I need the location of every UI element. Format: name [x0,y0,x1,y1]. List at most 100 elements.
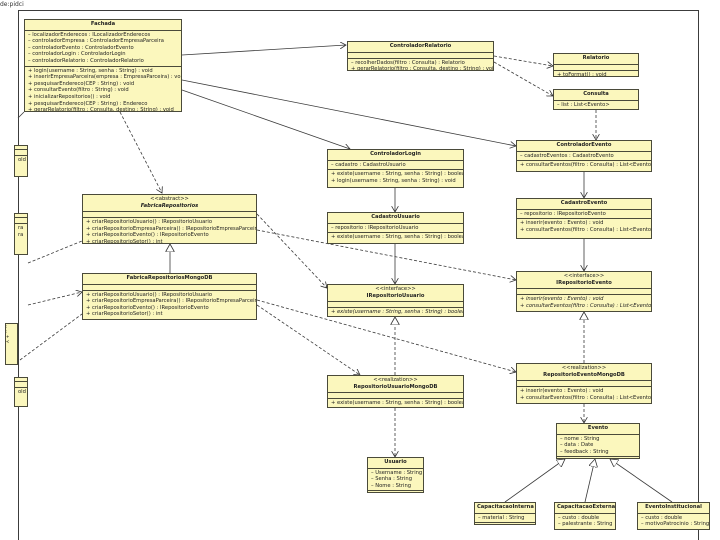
class-controlador-relatorio[interactable]: ControladorRelatorio – recolherDados(filt… [347,41,494,71]
stereotype-label: <<interface>> [563,273,605,279]
operation-row: + inserirEmpresaParceira(empresa : Empre… [28,74,182,81]
class-repositorio-usuario-mongodb[interactable]: <<realization>> RepositorioUsuarioMongoDB… [327,375,464,408]
class-name: RepositorioUsuarioMongoDB [353,383,438,390]
attribute-row: – nome : String [560,435,600,442]
class-header: Relatorio [554,54,638,65]
attribute-row: – Username : String [371,469,423,476]
operation-row: + consultarEventos(filtro : Consulta) : … [520,302,652,309]
class-header: Evento [557,424,639,435]
operations-section: + inserir(evento : Evento) : void + consu… [517,219,651,234]
attributes-section: – repositorio : IRepositorioEvento [517,210,651,220]
operations-section: + criarRepositorioUsuario() : IRepositor… [83,291,256,319]
page-title: de:pidci [0,1,24,8]
class-name: ControladorLogin [370,151,421,157]
class-header: <<interface>> IRepositorioUsuario [328,285,463,303]
operation-row: + criarRepositorioEmpresaParceira() : IR… [86,225,257,232]
dependency-left-3 [27,292,82,306]
operations-section: + consultarEventos(filtro : Consulta) : … [517,161,651,170]
class-usuario[interactable]: Usuario – Username : String – Senha : Stri… [367,457,424,493]
class-header: FabricaRepositoriosMongoDB [83,274,256,285]
attributes-section: – nome : String – data : Date – feedback :… [557,435,639,458]
attributes-section: – localizadorEnderecos : ILocalizadorEnd… [25,31,181,67]
operation-row: + consultarEventos(filtro : Consulta) : … [520,394,652,401]
operations-section: + toFormat() : void [554,71,638,77]
operation-row: + consultarEventos(filtro : Consulta) : … [520,162,652,169]
attribute-row: – cadastroEventos : CadastroEvento [520,152,614,159]
operation-row: old [18,389,26,395]
class-fachada[interactable]: Fachada – localizadorEnderecos : ILocaliz… [24,19,182,112]
class-partial-left-2[interactable]: ra ra [14,213,28,255]
attributes-section: – material : String [475,514,535,524]
frame-border-top [18,10,698,11]
class-header: CadastroUsuario [328,213,463,224]
class-name: Relatorio [582,55,610,61]
class-name: IRepositorioEvento [556,279,612,286]
class-name: Fachada [90,21,116,27]
operation-row: + toFormat() : void [557,71,607,77]
operation-row: + inserir(evento : Evento) : void [520,388,604,395]
operations-section [475,523,535,524]
class-name: FabricaRepositoriosMongoDB [126,275,213,281]
class-capacitacao-interna[interactable]: CapacitacaoInterna – material : String [474,502,536,525]
attributes-section: – repositorio : IRepositorioUsuario [328,224,463,234]
operation-row: + pesquisarEndereco(CEP : String) : void [28,80,135,87]
attribute-row: – list : List<Evento> [557,101,610,108]
class-header: CapacitacaoExterna [555,503,615,514]
class-name: IRepositorioUsuario [366,292,425,299]
operation-row: + gerarRelatorio(filtro : Consulta, dest… [28,107,174,112]
class-name: ControladorRelatorio [389,43,452,49]
attributes-section: – cadastroEventos : CadastroEvento [517,152,651,162]
legend-box: : : + < [5,323,18,365]
class-header: ControladorLogin [328,150,463,161]
class-evento[interactable]: Evento – nome : String – data : Date – feed… [556,423,640,459]
class-consulta[interactable]: Consulta – list : List<Evento> [553,89,639,110]
operations-section: + criarRepositorioUsuario() : IRepositor… [83,218,257,243]
class-name: CadastroUsuario [371,214,420,220]
operation-row: + inicializarRepositorios() : void [28,93,111,100]
class-evento-institucional[interactable]: EventoInstitucional – custo : double – mot… [637,502,710,530]
class-partial-left-1[interactable]: old [14,145,28,177]
interface-irepositorio-evento[interactable]: <<interface>> IRepositorioEvento + inserir… [516,271,652,312]
operation-row: + gerarRelatorio(filtro : Consulta, dest… [351,66,494,71]
class-controlador-evento[interactable]: ControladorEvento – cadastroEventos : Cad… [516,140,652,172]
dependency-left-4 [19,313,83,361]
class-header: Usuario [368,458,423,469]
stereotype-label: <<interface>> [375,286,416,292]
class-fabrica-repositorios-mongodb[interactable]: FabricaRepositoriosMongoDB + criarReposit… [82,273,257,320]
class-header: Consulta [554,90,638,101]
class-cadastro-usuario[interactable]: CadastroUsuario – repositorio : IReposito… [327,212,464,244]
class-capacitacao-externa[interactable]: CapacitacaoExterna – custo : double – pale… [554,502,616,530]
stereotype-label: <<realization>> [373,377,418,383]
operation-row: old [18,157,26,163]
class-header: ControladorRelatorio [348,42,493,53]
class-name: CadastroEvento [560,200,608,206]
operation-row: + existe(username : String, senha : Stri… [331,234,464,241]
operations-section: ra ra [15,224,27,239]
attribute-row: – repositorio : IRepositorioUsuario [331,224,419,231]
attribute-row: – custo : double [558,514,600,521]
operation-row: + criarRepositorioUsuario() : IRepositor… [86,291,213,298]
operation-row: + login(username : String, senha : Strin… [28,67,153,74]
class-repositorio-evento-mongodb[interactable]: <<realization>> RepositorioEventoMongoDB +… [516,363,652,404]
attribute-row: – controladorEvento : ControladorEvento [28,44,134,51]
attribute-row: – feedback : String [560,448,609,455]
dependency-left-2 [27,240,83,264]
class-relatorio[interactable]: Relatorio + toFormat() : void [553,53,639,77]
operations-section: + existe(username : String, senha : Stri… [328,233,463,242]
association-fachada-controlador-evento [181,79,516,146]
attribute-row: – localizadorEnderecos : ILocalizadorEnd… [28,31,151,38]
operations-section: + existe(username : String, senha : Stri… [328,308,463,316]
class-header: ControladorEvento [517,141,651,152]
class-header: CadastroEvento [517,199,651,210]
interface-irepositorio-usuario[interactable]: <<interface>> IRepositorioUsuario + existe… [327,284,464,317]
operation-row: + login(username : String, senha : Strin… [331,177,456,184]
class-fabrica-repositorios[interactable]: <<abstract>> FabricaRepositorios + criarRe… [82,194,257,244]
operations-section: + existe(username : String, senha : Stri… [328,399,463,407]
dependency-fabrica-iusuario [256,213,327,288]
operations-section [368,491,423,492]
class-partial-left-3[interactable]: old [14,377,28,407]
class-controlador-login[interactable]: ControladorLogin – cadastro : CadastroUsu… [327,149,464,188]
attribute-row: – controladorEmpresa : ControladorEmpres… [28,38,164,45]
attribute-row: – Nome : String [371,482,412,489]
class-cadastro-evento[interactable]: CadastroEvento – repositorio : IRepositor… [516,198,652,239]
